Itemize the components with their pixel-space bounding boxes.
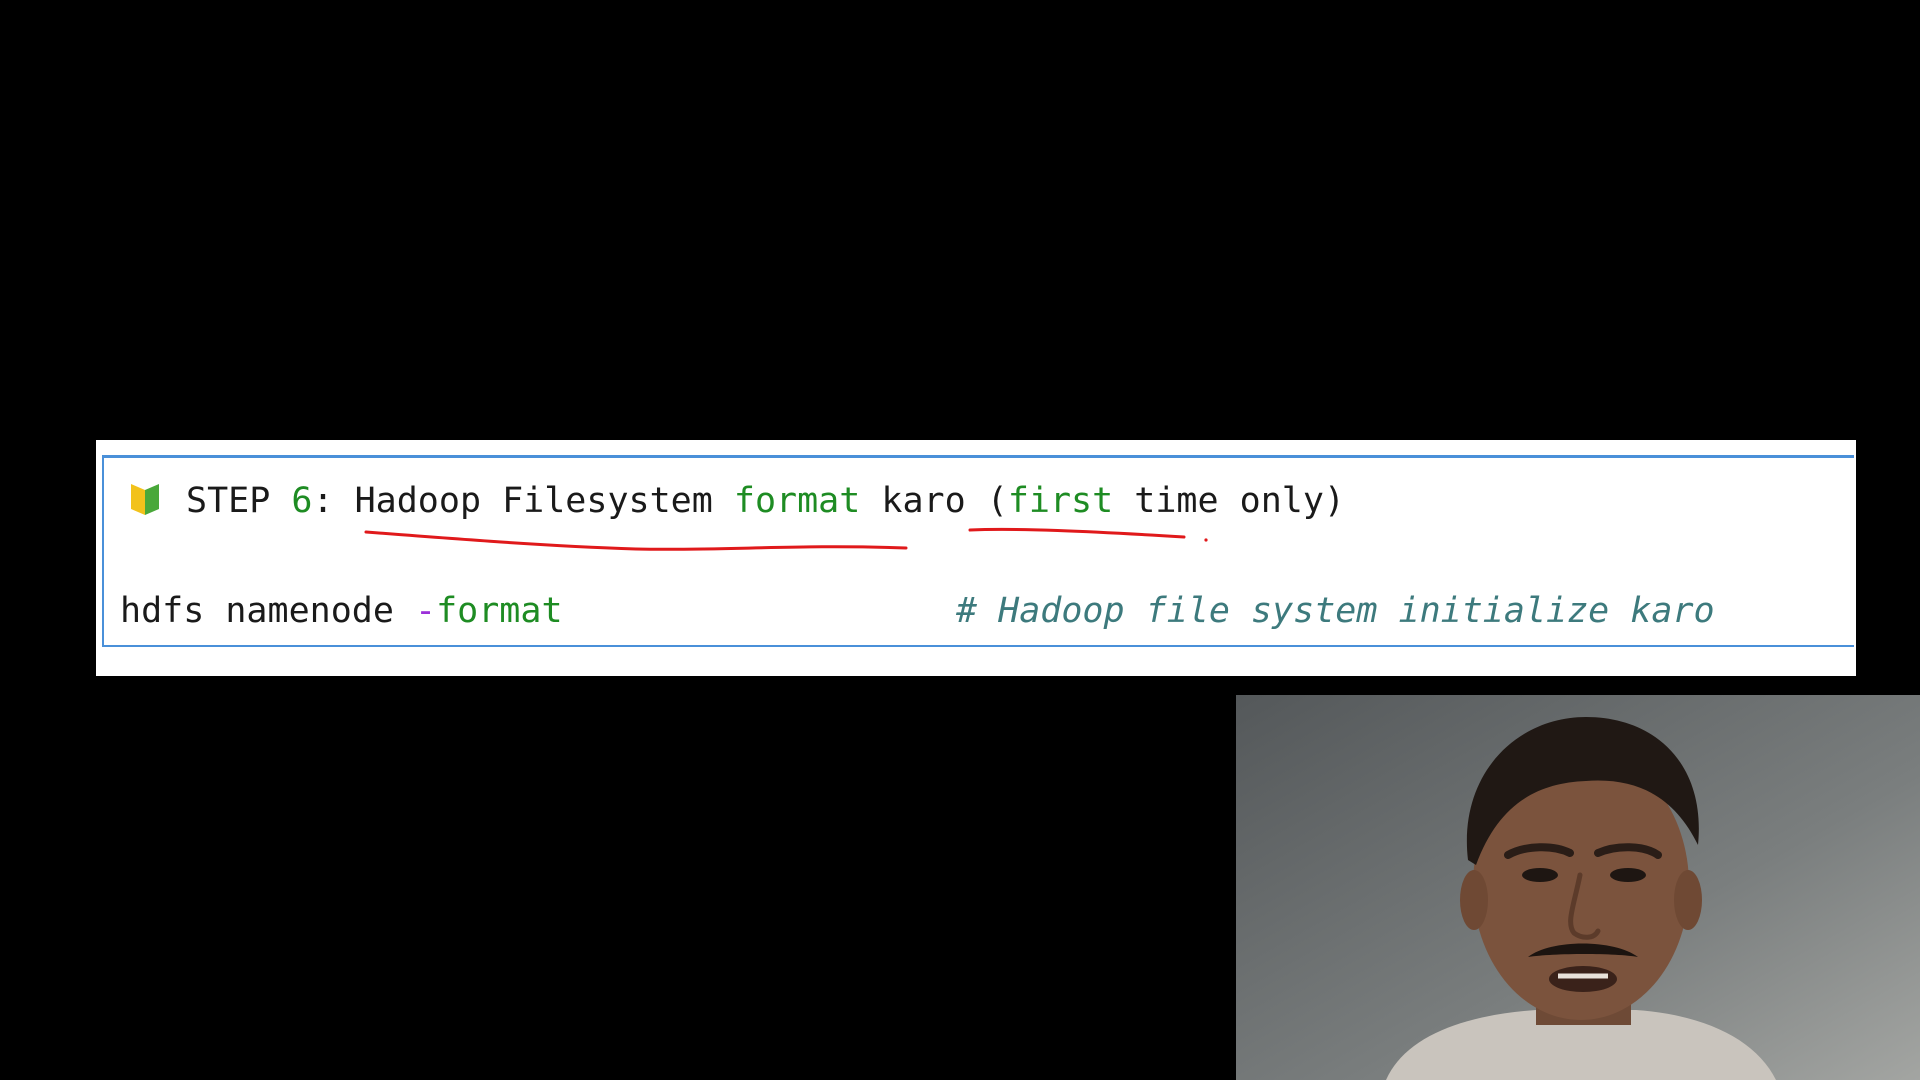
beginner-badge-icon — [131, 484, 159, 515]
command-program: hdfs namenode — [120, 591, 416, 631]
webcam-overlay — [1236, 695, 1920, 1080]
code-panel: STEP 6: Hadoop Filesystem format karo (f… — [96, 440, 1856, 676]
step-word: STEP — [186, 481, 292, 521]
step-heading: STEP 6: Hadoop Filesystem format karo (f… — [130, 478, 1345, 523]
heading-text-c: time only) — [1113, 481, 1345, 521]
heading-first-keyword: first — [1007, 481, 1114, 521]
command-comment: # Hadoop file system initialize karo — [956, 591, 1715, 631]
command-flag-name: format — [436, 591, 563, 631]
heading-format-keyword: format — [733, 481, 861, 521]
heading-text-a: Hadoop Filesystem — [354, 481, 734, 521]
command-flag-dash: - — [415, 591, 437, 631]
step-colon: : — [312, 481, 355, 521]
heading-text-b: karo ( — [860, 481, 1008, 521]
command-line: hdfs namenode -format — [120, 589, 563, 633]
presenter-video-icon — [1236, 695, 1920, 1080]
step-number: 6 — [291, 481, 313, 521]
screen: STEP 6: Hadoop Filesystem format karo (f… — [0, 0, 1920, 1080]
